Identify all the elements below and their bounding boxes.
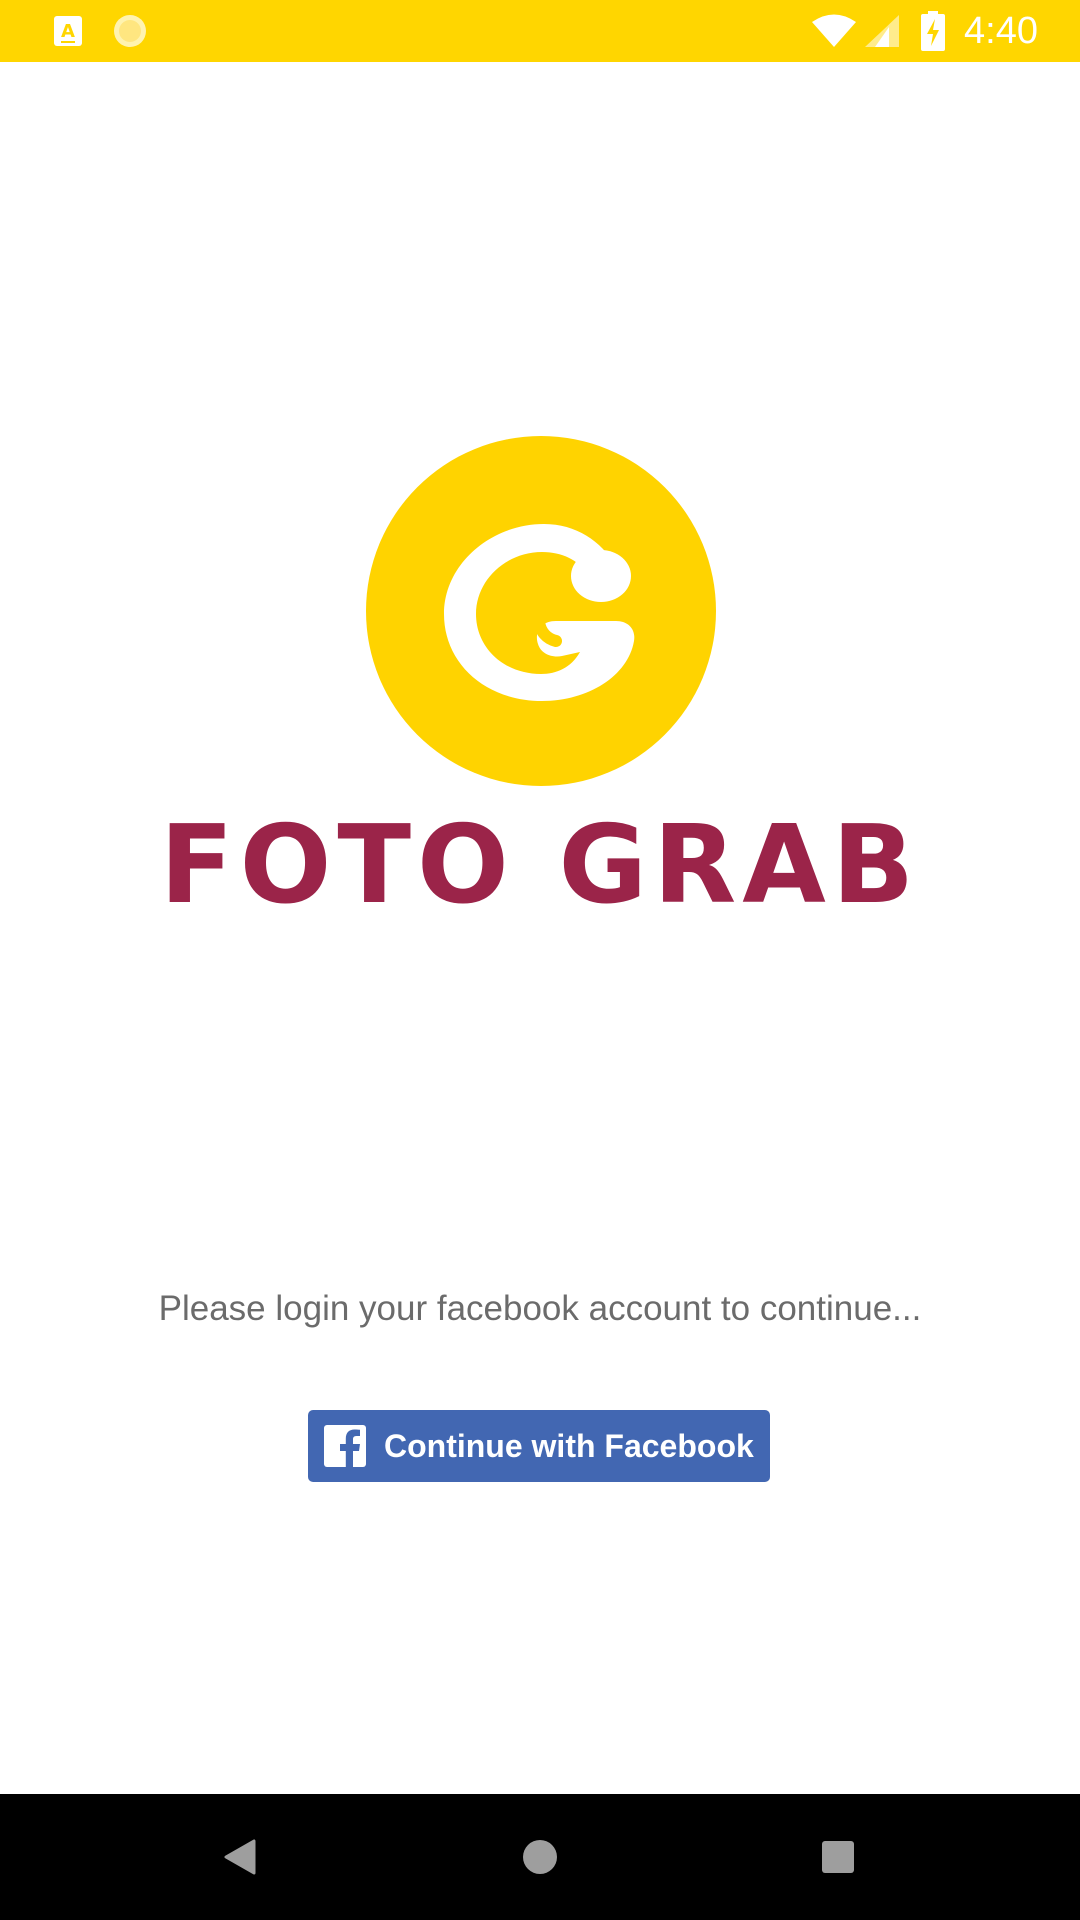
facebook-button-label: Continue with Facebook: [384, 1427, 754, 1464]
logo-g-letter: [444, 524, 635, 701]
facebook-icon: [324, 1425, 366, 1467]
home-button[interactable]: [480, 1794, 600, 1920]
sun-icon: [110, 0, 150, 62]
status-time: 4:40: [964, 10, 1038, 52]
status-bar: A 4:40: [0, 0, 1080, 62]
app-notification-icon: A: [52, 0, 84, 62]
back-button[interactable]: [180, 1794, 300, 1920]
app-wordmark: FOTO GRAB: [159, 803, 921, 928]
cellular-signal-icon: [862, 0, 902, 62]
wifi-icon: [810, 0, 858, 62]
back-icon: [224, 1839, 256, 1875]
battery-charging-icon: [918, 0, 948, 62]
home-icon: [523, 1840, 557, 1874]
continue-with-facebook-button[interactable]: Continue with Facebook: [308, 1410, 770, 1482]
recents-button[interactable]: [778, 1794, 898, 1920]
app-logo: [366, 436, 716, 786]
svg-text:A: A: [61, 21, 75, 42]
login-prompt: Please login your facebook account to co…: [158, 1289, 922, 1328]
recents-icon: [822, 1841, 854, 1873]
navigation-bar: [0, 1794, 1080, 1920]
